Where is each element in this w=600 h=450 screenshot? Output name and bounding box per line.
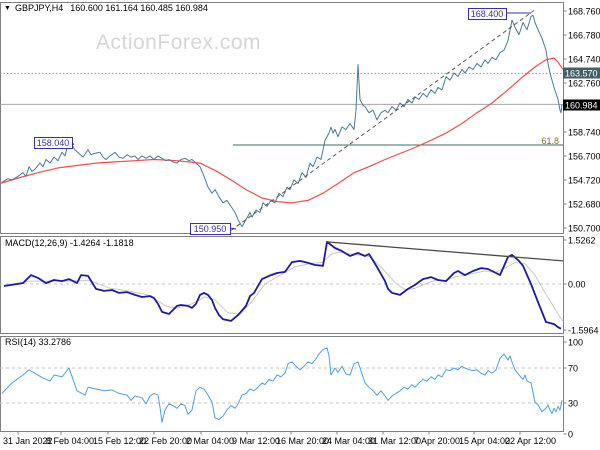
price-label-text: 168.400 bbox=[471, 9, 504, 19]
macd-descending-trendline bbox=[326, 241, 564, 262]
macd-panel: 1.5262 0.00 -1.5964 bbox=[0, 236, 599, 336]
y-axis-label: 30 bbox=[568, 399, 578, 409]
symbol-dropdown-icon[interactable]: ▼ bbox=[4, 5, 11, 12]
y-axis-badge-label: 160.984 bbox=[565, 101, 598, 111]
x-axis-label: 7 Apr 20:00 bbox=[414, 436, 460, 446]
y-axis-label: 70 bbox=[568, 364, 578, 374]
y-axis-label: -1.5964 bbox=[568, 326, 599, 336]
y-axis-label: 1.5262 bbox=[568, 236, 596, 246]
fib-level-label: 61.8 bbox=[541, 136, 559, 146]
rsi-line bbox=[1, 347, 563, 423]
main-panel-border bbox=[0, 2, 564, 234]
x-axis-label: 8 Feb 04:00 bbox=[46, 436, 94, 446]
y-axis-label: 162.760 bbox=[568, 79, 600, 89]
y-axis-label: 168.760 bbox=[568, 7, 600, 17]
rsi-panel: 100 70 30 0 bbox=[0, 336, 583, 440]
y-axis-label: 158.740 bbox=[568, 128, 600, 138]
x-axis-label: 22 Feb 20:00 bbox=[139, 436, 192, 446]
price-chart-canvas[interactable]: 168.760 166.780 164.740 163.570162.760 160.9… bbox=[0, 0, 600, 450]
chart-header: ▼ GBPJPY,H4 160.600 161.164 160.485 160.98… bbox=[4, 3, 208, 13]
macd-panel-border bbox=[0, 236, 564, 334]
chart-window[interactable]: ActionForex.com 168.760 166.780 164.740 163… bbox=[0, 0, 600, 450]
y-axis-label: 154.720 bbox=[568, 176, 600, 186]
ascending-trendline-dashed bbox=[230, 10, 535, 231]
y-axis-label: 156.700 bbox=[568, 152, 600, 162]
rsi-panel-border bbox=[0, 336, 564, 432]
price-label-text: 158.040 bbox=[37, 138, 70, 148]
y-axis-label: 166.780 bbox=[568, 31, 600, 41]
price-label-text: 150.950 bbox=[194, 224, 227, 234]
price-series bbox=[1, 14, 563, 228]
y-axis-label: 152.680 bbox=[568, 200, 600, 210]
moving-average-line bbox=[0, 57, 564, 204]
y-axis-badge-label: 163.570 bbox=[565, 69, 598, 79]
macd-main-line bbox=[3, 241, 562, 330]
x-axis-label: 15 Apr 04:00 bbox=[459, 436, 510, 446]
x-axis-label: 2 Mar 04:00 bbox=[186, 436, 234, 446]
y-axis-label: 164.740 bbox=[568, 55, 600, 65]
y-axis-label: 150.700 bbox=[568, 224, 600, 234]
x-axis-label: 22 Apr 12:00 bbox=[505, 436, 556, 446]
y-axis-label: 100 bbox=[568, 338, 583, 348]
x-axis-label: 9 Mar 12:00 bbox=[232, 436, 280, 446]
macd-indicator-label: MACD(12,26,9) -1.4264 -1.1818 bbox=[5, 238, 134, 248]
ohlc-values: 160.600 161.164 160.485 160.984 bbox=[70, 3, 208, 13]
main-panel: 168.760 166.780 164.740 163.570162.760 160.9… bbox=[0, 2, 600, 235]
symbol-label: GBPJPY,H4 bbox=[14, 3, 64, 13]
y-axis-label: 0.00 bbox=[568, 280, 586, 290]
y-axis-label: 0 bbox=[568, 430, 573, 440]
macd-signal-line bbox=[3, 251, 564, 322]
rsi-indicator-label: RSI(14) 33.2786 bbox=[5, 337, 72, 347]
